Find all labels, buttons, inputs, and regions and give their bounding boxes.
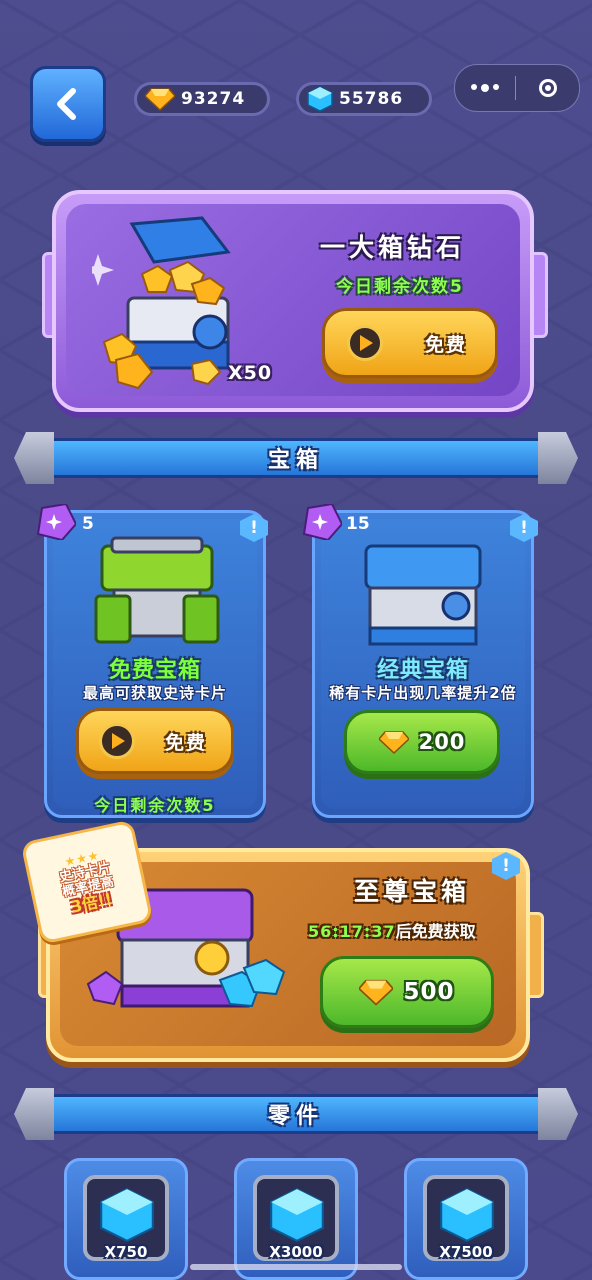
classic-chest-count: 15 bbox=[346, 514, 370, 534]
supreme-chest-timer-row: 56:17:37后免费获取 bbox=[308, 918, 476, 942]
diamond-free-label: 免费 bbox=[425, 333, 468, 356]
blue-chest-icon bbox=[364, 544, 482, 646]
supreme-chest-title: 至尊宝箱 bbox=[354, 877, 471, 906]
parts-amount: X750 bbox=[104, 1243, 148, 1261]
free-chest-desc: 最高可获取史诗卡片 bbox=[82, 684, 227, 702]
supreme-chest-timer: 56:17:37 bbox=[308, 922, 396, 941]
parts-section-title: 零件 bbox=[267, 1104, 324, 1129]
blue-cube-icon bbox=[307, 86, 333, 112]
classic-chest-desc: 稀有卡片出现几率提升2倍 bbox=[329, 684, 517, 702]
chest-section-header: 宝箱 bbox=[14, 432, 578, 484]
parts-item[interactable]: X7500 bbox=[404, 1158, 528, 1280]
free-chest-count: 5 bbox=[82, 514, 94, 534]
chest-section-title: 宝箱 bbox=[267, 448, 324, 473]
gem-counter: 55786 bbox=[296, 82, 432, 116]
gold-value: 93274 bbox=[181, 89, 246, 109]
parts-item[interactable]: X3000 bbox=[234, 1158, 358, 1280]
free-chest-name: 免费宝箱 bbox=[108, 658, 201, 683]
classic-chest-buy-button[interactable]: 200 bbox=[344, 710, 500, 774]
video-play-icon bbox=[347, 325, 383, 361]
back-button[interactable] bbox=[30, 66, 106, 142]
close-target-icon[interactable] bbox=[516, 79, 579, 97]
supreme-chest-buy-button[interactable]: 500 bbox=[320, 956, 494, 1028]
classic-chest-price: 200 bbox=[418, 730, 466, 754]
classic-chest-name: 经典宝箱 bbox=[376, 658, 469, 683]
purple-gem-icon bbox=[36, 504, 76, 540]
parts-section-header: 零件 bbox=[14, 1088, 578, 1140]
green-chest-icon bbox=[94, 536, 220, 644]
free-chest-button[interactable]: 免费 bbox=[76, 708, 234, 774]
mini-program-capsule bbox=[454, 64, 580, 112]
purple-gem-icon bbox=[302, 504, 342, 540]
gold-gem-icon bbox=[359, 979, 394, 1006]
diamond-offer-remaining: 今日剩余次数5 bbox=[336, 277, 464, 297]
blue-cube-icon bbox=[270, 1187, 324, 1243]
parts-amount: X7500 bbox=[439, 1243, 493, 1261]
gold-counter: 93274 bbox=[134, 82, 270, 116]
supreme-chest-timer-suffix: 后免费获取 bbox=[395, 922, 476, 941]
blue-cube-icon bbox=[440, 1187, 494, 1243]
video-play-icon bbox=[99, 723, 135, 759]
blue-cube-icon bbox=[100, 1187, 154, 1243]
free-chest-button-label: 免费 bbox=[165, 731, 208, 754]
home-indicator bbox=[190, 1264, 402, 1270]
diamond-offer-quantity: X50 bbox=[228, 362, 273, 384]
parts-item[interactable]: X750 bbox=[64, 1158, 188, 1280]
parts-amount: X3000 bbox=[269, 1243, 323, 1261]
free-chest-remaining: 今日剩余次数5 bbox=[94, 796, 216, 815]
gem-value: 55786 bbox=[339, 89, 404, 109]
diamond-offer-title: 一大箱钻石 bbox=[320, 233, 466, 262]
chevron-left-icon bbox=[57, 88, 76, 120]
diamond-free-button[interactable]: 免费 bbox=[322, 308, 498, 378]
more-menu-icon[interactable] bbox=[455, 84, 515, 92]
gold-gem-icon bbox=[378, 731, 409, 754]
supreme-chest-price: 500 bbox=[403, 979, 455, 1005]
gold-gem-icon bbox=[145, 88, 175, 111]
